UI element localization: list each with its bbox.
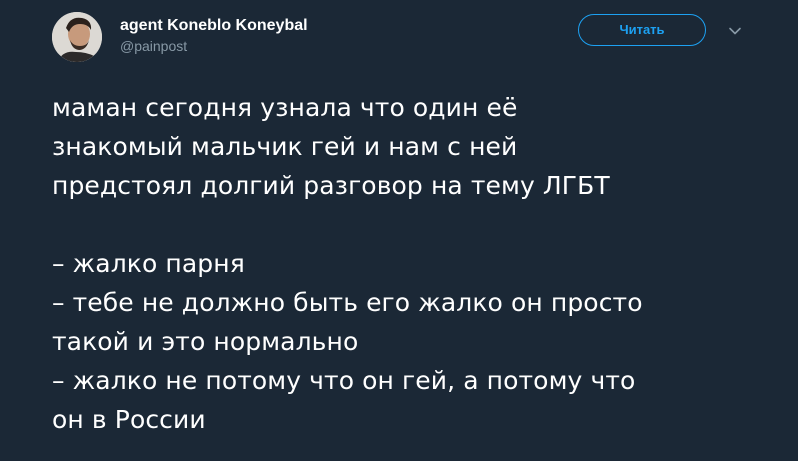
chevron-down-icon[interactable] xyxy=(727,23,743,39)
avatar[interactable] xyxy=(52,12,102,62)
follow-button[interactable]: Читать xyxy=(578,14,706,46)
tweet-line: такой и это нормально xyxy=(52,327,359,356)
author-info: agent Koneblo Koneybal @painpost xyxy=(120,16,308,55)
user-avatar-icon xyxy=(52,12,102,62)
tweet-line: – жалко не потому что он гей, а потому ч… xyxy=(52,366,636,395)
tweet-text: маман сегодня узнала что один её знакомы… xyxy=(52,88,772,439)
tweet-line: предстоял долгий разговор на тему ЛГБТ xyxy=(52,171,610,200)
tweet-line: знакомый мальчик гей и нам с ней xyxy=(52,132,518,161)
tweet-line: маман сегодня узнала что один её xyxy=(52,93,518,122)
tweet-card: agent Koneblo Koneybal @painpost Читать … xyxy=(0,0,798,461)
tweet-header: agent Koneblo Koneybal @painpost Читать xyxy=(52,12,758,64)
tweet-line: – жалко парня xyxy=(52,249,245,278)
tweet-line: он в России xyxy=(52,405,206,434)
author-display-name[interactable]: agent Koneblo Koneybal xyxy=(120,16,308,36)
tweet-line: – тебе не должно быть его жалко он прост… xyxy=(52,288,643,317)
author-handle[interactable]: @painpost xyxy=(120,37,308,55)
